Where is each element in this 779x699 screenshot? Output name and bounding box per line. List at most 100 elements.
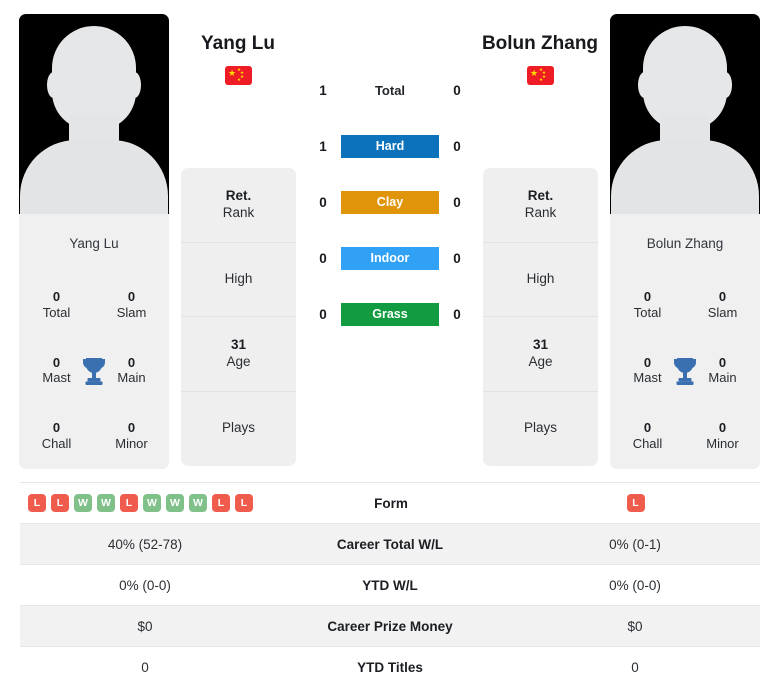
h2h-score-right: 0 <box>453 250 461 266</box>
player-photo-caption-left: Yang Lu <box>69 235 119 251</box>
titles-count: 0 <box>127 354 136 370</box>
surface-pill-grass[interactable]: Grass <box>341 302 439 326</box>
form-badge-l[interactable]: L <box>626 494 645 512</box>
table-row-form: LLWWLWWWLL Form L <box>20 482 760 523</box>
h2h-row-total: 1 Total 0 <box>300 62 480 118</box>
form-badge-w[interactable]: W <box>143 494 161 512</box>
titles-count: 0 <box>127 288 136 304</box>
table-row-label: Career Prize Money <box>327 618 453 634</box>
cn-flag-icon-left: ★ ★ ★ ★ ★ <box>225 66 252 85</box>
form-badges-left: LLWWLWWWLL <box>28 494 253 512</box>
info-row-plays: Plays <box>181 392 296 467</box>
titles-label: Minor <box>706 436 739 452</box>
info-row-plays: Plays <box>483 392 598 467</box>
form-badge-l[interactable]: L <box>212 494 230 512</box>
table-row: $0 Career Prize Money $0 <box>20 605 760 646</box>
form-badge-w[interactable]: W <box>74 494 92 512</box>
table-row: 40% (52-78) Career Total W/L 0% (0-1) <box>20 523 760 564</box>
titles-label: Total <box>633 304 662 320</box>
titles-label: Mast <box>42 370 71 386</box>
h2h-row-indoor: 0 Indoor 0 <box>300 230 480 286</box>
form-badge-w[interactable]: W <box>166 494 184 512</box>
player-info-card-left: Ret. Rank High 31 Age Plays <box>181 168 296 466</box>
info-row-rank: Ret. Rank <box>483 168 598 243</box>
titles-label: Total <box>42 304 71 320</box>
titles-cell: 0 Total <box>634 289 661 321</box>
table-cell-right: 0 <box>631 659 639 675</box>
titles-label: Chall <box>632 436 663 452</box>
avatar-silhouette-body <box>20 140 168 214</box>
player-info-card-right: Ret. Rank High 31 Age Plays <box>483 168 598 466</box>
player-name-right[interactable]: Bolun Zhang <box>440 33 640 55</box>
titles-label: Main <box>708 370 737 386</box>
info-key: Plays <box>221 420 255 436</box>
titles-label: Mast <box>633 370 662 386</box>
h2h-score-left: 0 <box>319 306 327 322</box>
player-card-left[interactable]: Yang Lu 0 Total 0 Slam 0 Mast 0 Main 0 C… <box>19 14 169 469</box>
info-row-age: 31 Age <box>181 317 296 392</box>
titles-cell: 0 Mast <box>633 355 661 387</box>
titles-label: Slam <box>707 304 738 320</box>
form-badge-l[interactable]: L <box>120 494 138 512</box>
info-value: 31 <box>532 336 549 352</box>
titles-cell: 0 Main <box>708 355 736 387</box>
info-row-age: 31 Age <box>483 317 598 392</box>
info-key: High <box>224 270 253 286</box>
form-badge-l[interactable]: L <box>51 494 69 512</box>
h2h-row-clay: 0 Clay 0 <box>300 174 480 230</box>
table-cell-left: 0 <box>141 659 149 675</box>
info-value: Ret. <box>527 187 554 203</box>
table-row-label: YTD Titles <box>357 659 423 675</box>
form-badge-l[interactable]: L <box>235 494 253 512</box>
info-row-high: High <box>181 243 296 317</box>
form-badge-l[interactable]: L <box>28 494 46 512</box>
h2h-score-right: 0 <box>453 82 461 98</box>
surface-pill-clay[interactable]: Clay <box>341 190 439 214</box>
avatar-silhouette-ear-right <box>719 72 732 98</box>
info-key: Plays <box>523 420 557 436</box>
table-cell-right: 0% (0-1) <box>609 536 661 552</box>
h2h-score-left: 1 <box>319 82 327 98</box>
titles-count: 0 <box>718 288 727 304</box>
info-row-rank: Ret. Rank <box>181 168 296 243</box>
h2h-score-left: 0 <box>319 194 327 210</box>
table-row-label: Career Total W/L <box>336 536 444 552</box>
titles-cell: 0 Main <box>117 355 145 387</box>
titles-label: Main <box>117 370 146 386</box>
titles-count: 0 <box>52 288 61 304</box>
info-key: Rank <box>524 204 557 220</box>
titles-label: Slam <box>116 304 147 320</box>
table-cell-right: $0 <box>627 618 643 634</box>
trophy-icon <box>670 355 700 387</box>
h2h-row-hard: 1 Hard 0 <box>300 118 480 174</box>
avatar-silhouette-ear-left <box>638 72 651 98</box>
h2h-score-right: 0 <box>453 194 461 210</box>
surface-pill-indoor[interactable]: Indoor <box>341 246 439 270</box>
info-key: High <box>526 270 555 286</box>
table-cell-left: 0% (0-0) <box>119 577 171 593</box>
form-badges-right: L <box>626 494 645 512</box>
surface-pill-hard[interactable]: Hard <box>341 134 439 158</box>
titles-count: 0 <box>643 354 652 370</box>
form-badge-w[interactable]: W <box>189 494 207 512</box>
form-badge-w[interactable]: W <box>97 494 115 512</box>
avatar-silhouette-body <box>611 140 759 214</box>
titles-count: 0 <box>52 354 61 370</box>
form-cell-right: L <box>511 494 760 512</box>
head-to-head-breakdown: 1 Total 0 1 Hard 0 0 Clay 0 0 Indoor 0 0… <box>300 62 480 342</box>
h2h-surface-label: Total <box>374 82 406 98</box>
table-row: 0 YTD Titles 0 <box>20 646 760 687</box>
avatar-silhouette-ear-left <box>47 72 60 98</box>
cn-flag-icon-right: ★ ★ ★ ★ ★ <box>527 66 554 85</box>
h2h-score-left: 1 <box>319 138 327 154</box>
trophy-icon <box>79 355 109 387</box>
h2h-score-left: 0 <box>319 250 327 266</box>
flag-star-large: ★ <box>228 68 237 78</box>
info-key: Age <box>226 353 251 369</box>
titles-count: 0 <box>52 420 61 436</box>
player-name-left[interactable]: Yang Lu <box>138 33 338 55</box>
form-cell-left: LLWWLWWWLL <box>20 494 271 512</box>
titles-grid-left: 0 Total 0 Slam 0 Mast 0 Main 0 Chall 0 M… <box>19 272 169 469</box>
player-card-right[interactable]: Bolun Zhang 0 Total 0 Slam 0 Mast 0 Main… <box>610 14 760 469</box>
titles-cell: 0 Minor <box>115 420 148 452</box>
